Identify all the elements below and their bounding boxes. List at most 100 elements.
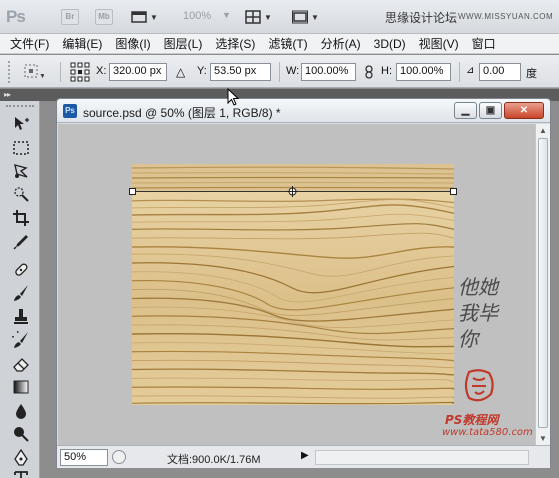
transform-handle-right[interactable] — [450, 188, 457, 195]
height-scale-input[interactable]: 100.00% — [396, 63, 451, 81]
eyedropper-tool-icon — [13, 235, 28, 250]
chain-link-icon — [365, 65, 373, 79]
width-scale-input[interactable]: 100.00% — [301, 63, 356, 81]
x-position-input[interactable]: 320.00 px — [109, 63, 167, 81]
tools-panel-grip[interactable] — [6, 105, 34, 108]
eyedropper-tool[interactable] — [8, 231, 34, 253]
tools-panel — [0, 101, 40, 478]
marquee-tool[interactable] — [8, 137, 34, 159]
dodge-tool[interactable] — [8, 423, 34, 445]
rotate-angle-icon: ⊿ — [466, 65, 475, 76]
transform-center-point-icon[interactable] — [287, 186, 298, 197]
eraser-tool[interactable] — [8, 353, 34, 375]
tool-preset-picker[interactable]: ▼ — [22, 62, 46, 82]
arrange-documents-icon — [245, 10, 261, 24]
horizontal-scrollbar[interactable] — [315, 450, 529, 465]
brush-tool[interactable] — [8, 282, 34, 304]
window-controls: ▁ ▣ ✕ — [454, 102, 544, 119]
zoom-percentage-input[interactable]: 50% — [60, 449, 108, 466]
watermark-url: www.tata580.com — [442, 427, 533, 438]
link-icon[interactable] — [364, 65, 374, 82]
site-name-text: 思缘设计论坛 — [385, 11, 458, 25]
arrange-documents-button[interactable]: ▼ — [245, 8, 272, 26]
height-label: H: — [381, 65, 392, 77]
menu-filter[interactable]: 滤镜(T) — [268, 35, 307, 52]
maximize-button[interactable]: ▣ — [479, 102, 502, 119]
crop-tool-icon — [13, 210, 29, 226]
lasso-tool[interactable] — [8, 160, 34, 182]
menu-bar: 文件(F) 编辑(E) 图像(I) 图层(L) 选择(S) 滤镜(T) 分析(A… — [0, 34, 559, 54]
menu-3d[interactable]: 3D(D) — [374, 37, 406, 51]
history-brush-tool-icon — [12, 331, 28, 348]
view-extras-icon — [131, 11, 147, 23]
blur-tool[interactable] — [8, 400, 34, 422]
vertical-scrollbar[interactable]: ▲ ▼ — [535, 124, 550, 445]
healing-brush-tool-icon — [15, 263, 28, 276]
menu-view[interactable]: 视图(V) — [419, 35, 459, 52]
clone-stamp-tool-icon — [14, 309, 28, 324]
y-position-input[interactable]: 53.50 px — [210, 63, 271, 81]
menu-edit[interactable]: 编辑(E) — [62, 35, 102, 52]
screen-mode-button[interactable]: ▼ — [292, 8, 319, 26]
quick-select-tool[interactable] — [8, 183, 34, 205]
photoshop-document-icon: Ps — [63, 104, 77, 118]
move-tool-icon — [15, 117, 29, 130]
menu-window[interactable]: 窗口 — [472, 35, 496, 52]
history-brush-tool[interactable] — [8, 329, 34, 351]
move-tool[interactable] — [8, 113, 34, 135]
close-button[interactable]: ✕ — [504, 102, 544, 119]
minimize-button[interactable]: ▁ — [454, 102, 477, 119]
canvas-area[interactable]: 他她我毕你 PS教程网 www.tata580.com — [58, 124, 536, 445]
application-bar: Ps Br Mb ▼ 100% ▼ ▼ ▼ 思缘设计论坛 WWW.MISSYUA… — [0, 0, 559, 34]
brush-tool-icon — [14, 285, 28, 301]
maximize-icon: ▣ — [485, 105, 496, 116]
options-bar: ▼ X: 320.00 px △ Y: 53.50 px W: 100.00% … — [0, 55, 559, 88]
view-extras-button[interactable]: ▼ — [131, 8, 158, 26]
document-title-bar[interactable]: Ps source.psd @ 50% (图层 1, RGB/8) * ▁ ▣ … — [57, 99, 550, 123]
menu-file[interactable]: 文件(F) — [10, 35, 49, 52]
eraser-tool-icon — [13, 358, 29, 372]
menu-analysis[interactable]: 分析(A) — [321, 35, 361, 52]
menu-image[interactable]: 图像(I) — [115, 35, 150, 52]
menu-select[interactable]: 选择(S) — [215, 35, 255, 52]
type-tool-icon — [14, 471, 28, 478]
gradient-tool[interactable] — [8, 376, 34, 398]
options-bar-grip[interactable] — [8, 61, 12, 83]
crop-tool[interactable] — [8, 207, 34, 229]
type-tool[interactable] — [8, 467, 34, 478]
vertical-scroll-thumb[interactable] — [538, 138, 548, 428]
rotate-angle-input[interactable]: 0.00 — [479, 63, 521, 81]
status-info-icon[interactable] — [112, 450, 126, 464]
minimize-icon: ▁ — [461, 105, 470, 116]
zoom-dropdown-icon[interactable]: ▼ — [222, 10, 231, 20]
clone-stamp-tool[interactable] — [8, 306, 34, 328]
scroll-up-icon[interactable]: ▲ — [539, 126, 547, 135]
y-label: Y: — [197, 65, 207, 77]
document-window: Ps source.psd @ 50% (图层 1, RGB/8) * ▁ ▣ … — [56, 98, 551, 468]
status-menu-arrow-icon[interactable]: ▶ — [301, 450, 309, 461]
red-seal-stamp-icon — [464, 369, 494, 402]
close-icon: ✕ — [519, 105, 529, 116]
pen-tool-icon — [14, 449, 28, 466]
healing-brush-tool[interactable] — [8, 259, 34, 281]
watermark-calligraphy: 他她我毕你 — [458, 275, 498, 351]
gradient-tool-icon — [13, 380, 29, 394]
transform-handle-left[interactable] — [129, 188, 136, 195]
reference-point-locator[interactable] — [70, 62, 90, 82]
marquee-tool-icon — [13, 141, 29, 155]
mini-bridge-button[interactable]: Mb — [95, 9, 113, 25]
site-url-text: WWW.MISSYUAN.COM — [458, 12, 554, 21]
scroll-down-icon[interactable]: ▼ — [539, 434, 547, 443]
document-status-bar: 50% 文档:900.0K/1.76M ▶ — [57, 445, 550, 468]
document-title: source.psd @ 50% (图层 1, RGB/8) * — [83, 106, 281, 120]
dodge-tool-icon — [14, 427, 29, 442]
collapse-panel-icon[interactable]: ▸▸ — [4, 89, 11, 101]
blur-tool-icon — [16, 404, 26, 419]
options-separator — [279, 62, 280, 82]
pen-tool[interactable] — [8, 447, 34, 469]
quick-select-tool-icon — [14, 187, 29, 202]
zoom-level-display[interactable]: 100% — [183, 10, 211, 22]
relative-position-icon[interactable]: △ — [176, 65, 185, 79]
menu-layer[interactable]: 图层(L) — [164, 35, 203, 52]
bridge-button[interactable]: Br — [61, 9, 79, 25]
